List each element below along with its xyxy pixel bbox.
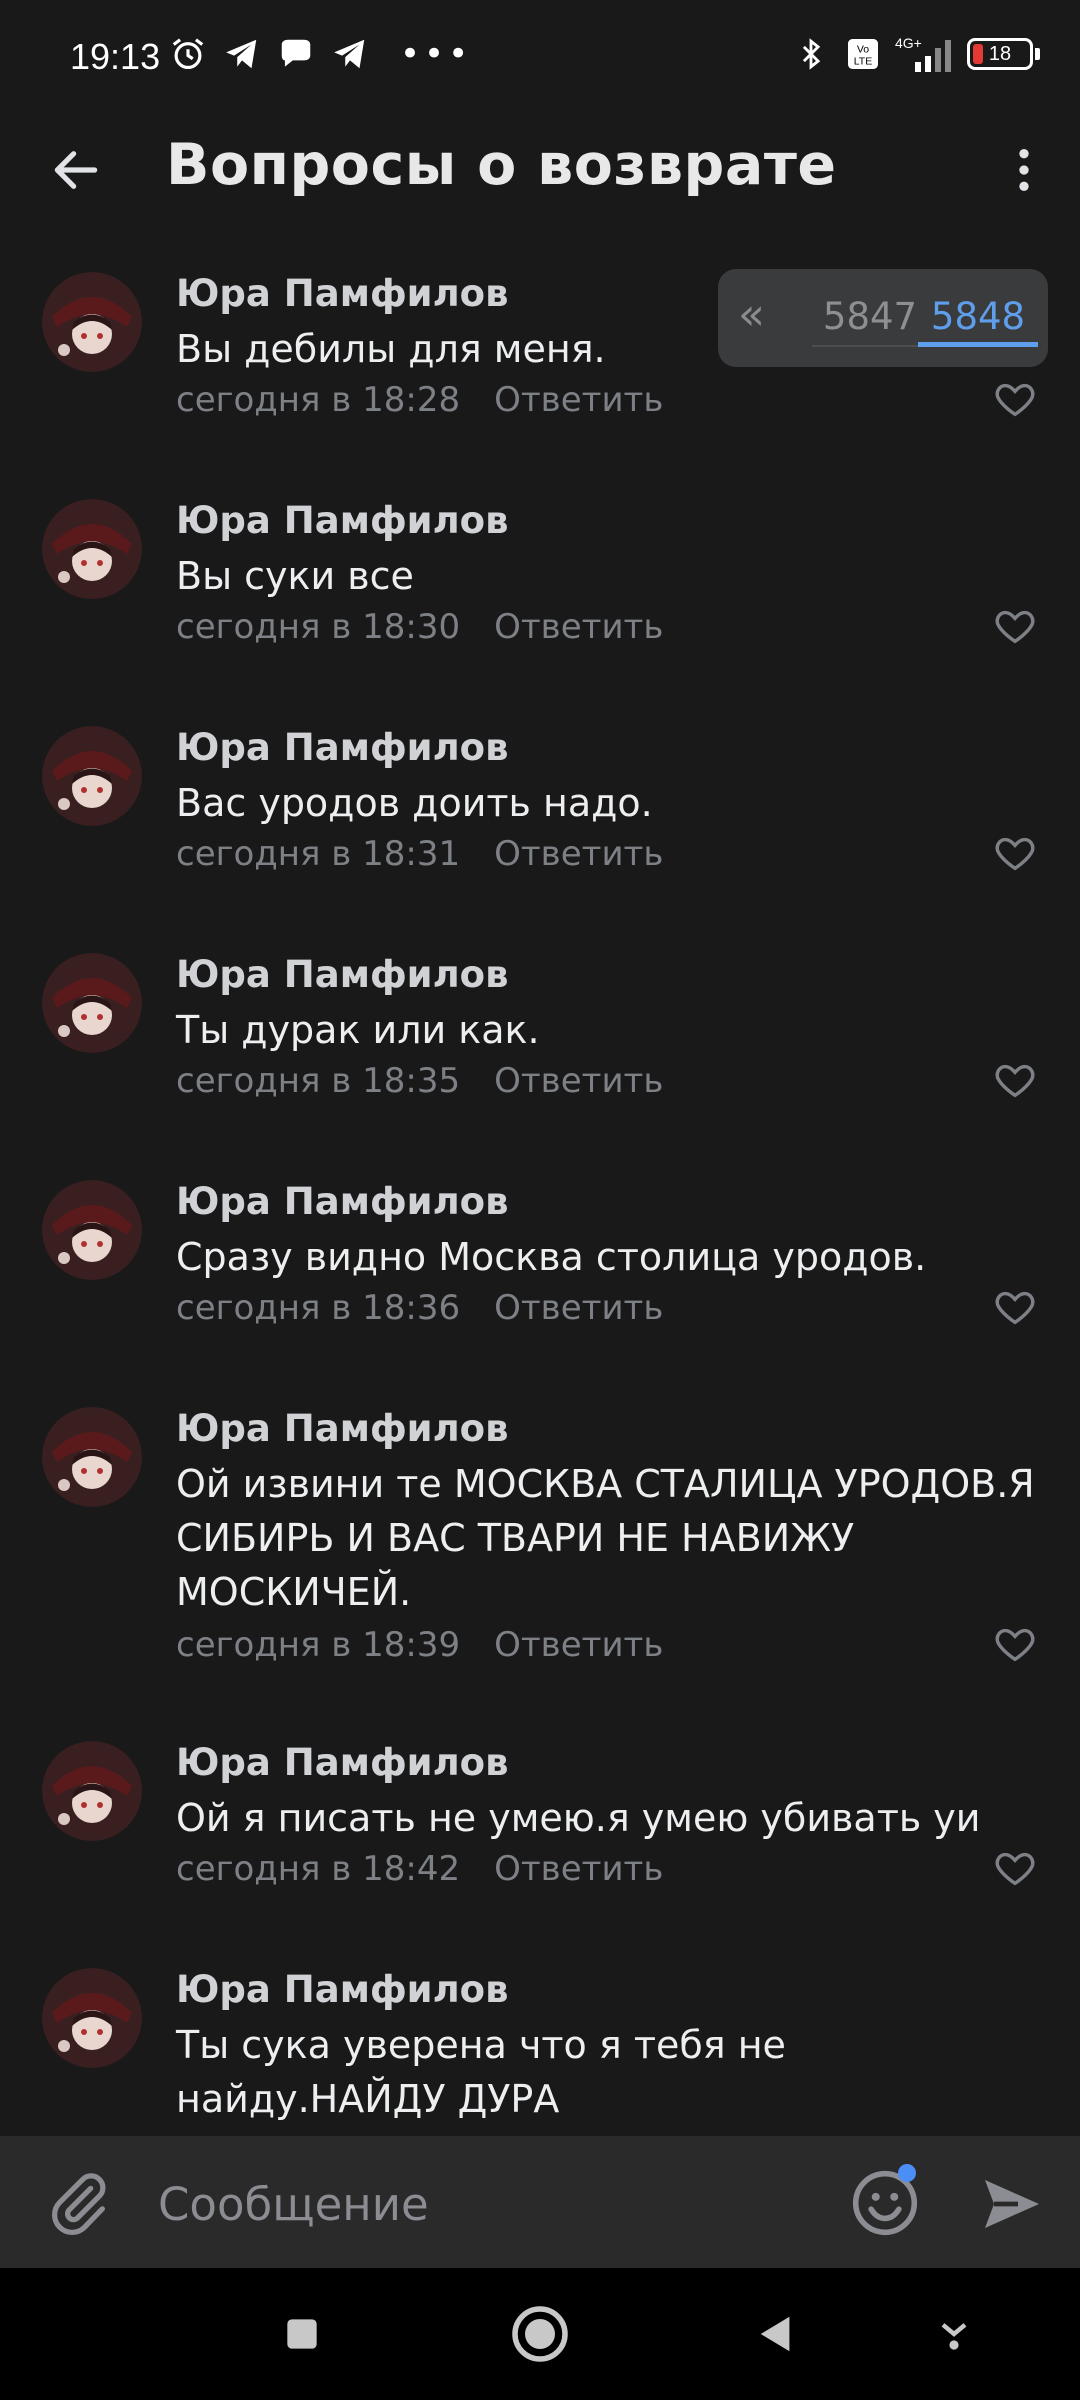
arrow-left-icon	[54, 151, 98, 189]
status-time: 19:13	[70, 36, 161, 77]
network-type-label: 4G+	[895, 35, 922, 51]
reply-button[interactable]: Ответить	[494, 1625, 663, 1665]
back-button[interactable]	[40, 134, 112, 206]
avatar[interactable]	[42, 1407, 142, 1507]
comment-meta: сегодня в 18:39 Ответить	[176, 1625, 663, 1665]
bluetooth-icon	[791, 34, 831, 74]
chat-bubble-icon	[276, 34, 316, 74]
more-vertical-icon	[1019, 149, 1029, 191]
heart-icon[interactable]	[992, 603, 1038, 649]
more-notifications-icon: •••	[400, 34, 473, 74]
back-nav-button[interactable]	[744, 2302, 808, 2366]
alarm-icon	[168, 34, 208, 74]
comment-meta: сегодня в 18:31 Ответить	[176, 834, 663, 874]
heart-icon[interactable]	[992, 830, 1038, 876]
comment-time: сегодня в 18:35	[176, 1061, 461, 1101]
square-icon	[287, 2319, 317, 2349]
comment-text: Вы суки все	[176, 554, 414, 598]
battery-indicator: 18	[967, 38, 1040, 70]
avatar[interactable]	[42, 726, 142, 826]
comment-meta: сегодня в 18:42 Ответить	[176, 1849, 663, 1889]
comment-author[interactable]: Юра Памфилов	[176, 1180, 509, 1223]
comment-text: Сразу видно Москва столица уродов.	[176, 1235, 927, 1279]
avatar[interactable]	[42, 1180, 142, 1280]
avatar[interactable]	[42, 1741, 142, 1841]
heart-icon[interactable]	[992, 1284, 1038, 1330]
more-options-button[interactable]	[988, 134, 1060, 206]
comment-meta: сегодня в 18:30 Ответить	[176, 607, 663, 647]
heart-icon[interactable]	[992, 1057, 1038, 1103]
comment-author[interactable]: Юра Памфилов	[176, 1407, 509, 1450]
comment-text: Ты сука уверена что я тебя не найду.НАЙД…	[176, 2023, 786, 2121]
comment-author[interactable]: Юра Памфилов	[176, 272, 509, 315]
signal-4g-icon: 4G+	[895, 34, 955, 74]
chevron-down-icon	[941, 2323, 967, 2350]
send-icon[interactable]	[976, 2168, 1048, 2240]
circle-icon	[512, 2306, 568, 2362]
comment-text: Ты дурак или как.	[176, 1008, 540, 1052]
comment-author[interactable]: Юра Памфилов	[176, 1741, 509, 1784]
telegram-icon	[330, 34, 370, 74]
new-sticker-badge	[898, 2164, 916, 2182]
telegram-icon	[222, 34, 262, 74]
comment-author[interactable]: Юра Памфилов	[176, 1968, 509, 2011]
reply-button[interactable]: Ответить	[494, 1288, 663, 1328]
heart-icon[interactable]	[992, 1845, 1038, 1891]
current-page-indicator[interactable]: 5848	[918, 295, 1038, 347]
recents-button[interactable]	[270, 2302, 334, 2366]
comment-author[interactable]: Юра Памфилов	[176, 499, 509, 542]
comment-meta: сегодня в 18:36 Ответить	[176, 1288, 663, 1328]
volte-icon: Vo LTE	[843, 34, 883, 74]
system-icons: Vo LTE 4G+ 18	[791, 34, 1040, 74]
comment-text: Ой я писать не умею.я умею убивать уи	[176, 1796, 981, 1840]
message-composer	[0, 2136, 1080, 2268]
comment-time: сегодня в 18:31	[176, 834, 461, 874]
avatar[interactable]	[42, 499, 142, 599]
message-input[interactable]	[156, 2168, 820, 2240]
reply-button[interactable]: Ответить	[494, 380, 663, 420]
comment-author[interactable]: Юра Памфилов	[176, 953, 509, 996]
svg-text:LTE: LTE	[854, 56, 872, 68]
comment-text: Вас уродов доить надо.	[176, 781, 653, 825]
page-title: Вопросы о возврате	[166, 132, 837, 198]
notification-icons: •••	[168, 34, 472, 74]
page-jumper: « 5847 5848	[718, 269, 1048, 367]
paperclip-icon[interactable]	[44, 2168, 114, 2238]
reply-button[interactable]: Ответить	[494, 607, 663, 647]
reply-button[interactable]: Ответить	[494, 834, 663, 874]
comment-text: Ой извини те МОСКВА СТАЛИЦА УРОДОВ.Я СИБ…	[176, 1462, 1035, 1614]
comment-author[interactable]: Юра Памфилов	[176, 726, 509, 769]
svg-text:Vo: Vo	[857, 44, 869, 56]
top-app-bar: Вопросы о возврате	[0, 118, 1080, 222]
system-navigation-bar	[0, 2268, 1080, 2400]
avatar[interactable]	[42, 953, 142, 1053]
avatar[interactable]	[42, 1968, 142, 2068]
comment-meta: сегодня в 18:28 Ответить	[176, 380, 663, 420]
home-button[interactable]	[508, 2302, 572, 2366]
status-bar: 19:13 ••• Vo LTE 4G+ 18	[0, 0, 1080, 118]
comment-time: сегодня в 18:30	[176, 607, 461, 647]
triangle-back-icon	[760, 2316, 790, 2352]
comment-time: сегодня в 18:42	[176, 1849, 461, 1889]
battery-percent: 18	[988, 42, 1012, 65]
prev-page-button[interactable]: 5847	[812, 295, 928, 347]
comment-time: сегодня в 18:36	[176, 1288, 461, 1328]
heart-icon[interactable]	[992, 376, 1038, 422]
reply-button[interactable]: Ответить	[494, 1849, 663, 1889]
comment-meta: сегодня в 18:35 Ответить	[176, 1061, 663, 1101]
comment-time: сегодня в 18:39	[176, 1625, 461, 1665]
hide-nav-button[interactable]	[922, 2302, 986, 2366]
comment-time: сегодня в 18:28	[176, 380, 461, 420]
avatar[interactable]	[42, 272, 142, 372]
heart-icon[interactable]	[992, 1621, 1038, 1667]
reply-button[interactable]: Ответить	[494, 1061, 663, 1101]
first-page-button[interactable]: «	[738, 289, 765, 340]
